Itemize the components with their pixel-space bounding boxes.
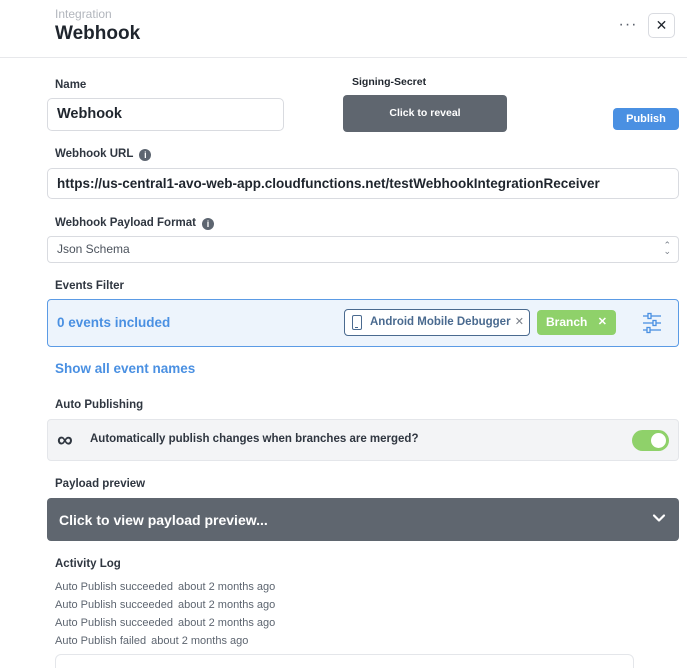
payload-format-label: Webhook Payload Format i [55, 217, 215, 230]
payload-format-select[interactable]: Json Schema ⌃ ⌄ [47, 236, 679, 263]
payload-format-label-text: Webhook Payload Format [55, 217, 197, 229]
mobile-phone-icon [352, 315, 362, 330]
filter-sliders-icon[interactable] [642, 312, 662, 334]
ellipsis-icon: ··· [618, 16, 638, 33]
events-filter-label: Events Filter [55, 280, 125, 292]
webhook-url-input[interactable]: https://us-central1-avo-web-app.cloudfun… [47, 168, 679, 199]
source-chip-label: Android Mobile Debugger [370, 316, 511, 328]
page-title: Webhook [55, 23, 141, 44]
events-filter-box[interactable]: 0 events included Android Mobile Debugge… [47, 299, 679, 347]
activity-log-label: Activity Log [55, 558, 121, 570]
toggle-knob [651, 433, 666, 448]
log-time: about 2 months ago [178, 581, 276, 593]
auto-publishing-label: Auto Publishing [55, 399, 144, 411]
branch-chip-label: Branch [546, 315, 588, 329]
close-icon: ✕ [655, 17, 668, 33]
payload-preview-label: Payload preview [55, 478, 146, 490]
log-action: Auto Publish succeeded [55, 581, 174, 593]
show-all-events-link[interactable]: Show all event names [55, 361, 195, 376]
activity-log-entry: Auto Publish succeeded about 2 months ago [55, 617, 275, 629]
close-button[interactable]: ✕ [648, 13, 675, 38]
log-time: about 2 months ago [178, 617, 276, 629]
remove-branch-icon[interactable]: ✕ [598, 310, 607, 335]
name-input[interactable]: Webhook [47, 98, 284, 131]
reveal-secret-button[interactable]: Click to reveal [343, 95, 507, 132]
info-icon[interactable]: i [202, 218, 215, 230]
log-action: Auto Publish failed [55, 635, 147, 647]
activity-log-entry: Auto Publish succeeded about 2 months ago [55, 599, 275, 611]
events-count: 0 events included [57, 315, 171, 330]
payload-preview-text: Click to view payload preview... [59, 512, 268, 528]
chevron-down-icon [652, 514, 666, 522]
bottom-card [55, 654, 634, 668]
activity-log-entry: Auto Publish failed about 2 months ago [55, 635, 248, 647]
select-arrows-icon: ⌃ ⌄ [663, 237, 671, 257]
log-action: Auto Publish succeeded [55, 617, 174, 629]
header-kicker: Integration [55, 7, 112, 21]
log-time: about 2 months ago [178, 599, 276, 611]
log-action: Auto Publish succeeded [55, 599, 174, 611]
payload-preview-toggle[interactable]: Click to view payload preview... [47, 498, 679, 541]
more-options-button[interactable]: ··· [615, 14, 641, 38]
signing-secret-label: Signing-Secret [352, 76, 427, 88]
arrow-down-icon: ⌄ [663, 246, 671, 256]
auto-publishing-row: ∞ Automatically publish changes when bra… [47, 419, 679, 461]
auto-publishing-text: Automatically publish changes when branc… [90, 433, 419, 445]
source-chip[interactable]: Android Mobile Debugger ✕ [344, 309, 530, 336]
panel-header: Integration Webhook ··· ✕ [0, 0, 687, 58]
webhook-url-label-text: Webhook URL [55, 148, 134, 160]
activity-log-entry: Auto Publish succeeded about 2 months ago [55, 581, 275, 593]
payload-format-value: Json Schema [57, 242, 130, 256]
log-time: about 2 months ago [151, 635, 249, 647]
info-icon[interactable]: i [139, 149, 152, 161]
remove-source-icon[interactable]: ✕ [515, 310, 524, 335]
infinity-icon: ∞ [57, 427, 73, 452]
publish-button[interactable]: Publish [613, 108, 679, 130]
branch-chip[interactable]: Branch ✕ [537, 310, 616, 335]
auto-publish-toggle[interactable] [632, 430, 669, 451]
name-label: Name [55, 79, 87, 91]
webhook-url-label: Webhook URL i [55, 148, 152, 161]
